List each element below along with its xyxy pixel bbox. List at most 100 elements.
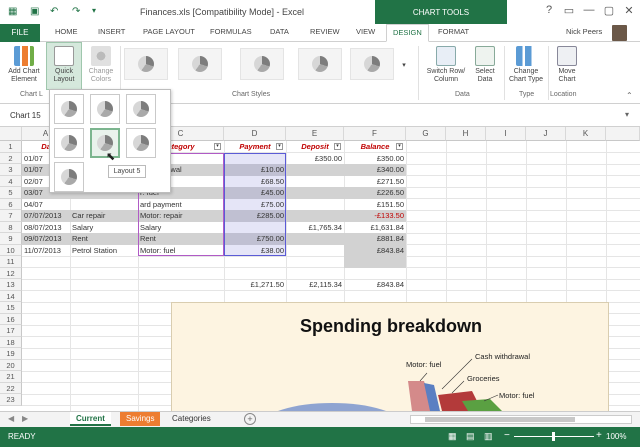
horizontal-scrollbar[interactable] xyxy=(410,415,632,424)
total-deposit[interactable]: £2,115.34 xyxy=(286,279,344,291)
row-header[interactable]: 21 xyxy=(0,371,22,383)
cell-balance[interactable]: -£133.50 xyxy=(344,210,406,222)
minimize-button[interactable]: — xyxy=(580,4,598,16)
col-header-f[interactable]: F xyxy=(344,127,406,141)
row-header[interactable]: 5 xyxy=(0,187,22,199)
tab-page-layout[interactable]: PAGE LAYOUT xyxy=(143,27,195,36)
sheet-tab-categories[interactable]: Categories xyxy=(166,412,217,426)
row-header[interactable]: 20 xyxy=(0,359,22,371)
cell-desc[interactable] xyxy=(70,199,138,211)
zoom-slider-thumb[interactable] xyxy=(552,432,555,441)
filter-dropdown-icon[interactable]: ▾ xyxy=(276,143,283,150)
zoom-out-button[interactable]: − xyxy=(504,430,510,441)
help-icon[interactable]: ? xyxy=(540,4,558,16)
layout-2-option[interactable] xyxy=(90,94,120,124)
select-all-corner[interactable] xyxy=(0,127,22,141)
filter-dropdown-icon[interactable]: ▾ xyxy=(334,143,341,150)
cell-balance[interactable]: £226.50 xyxy=(344,187,406,199)
cell-deposit[interactable] xyxy=(286,233,344,245)
quick-layout-button[interactable]: Quick Layout xyxy=(46,42,82,90)
page-break-view-icon[interactable]: ▥ xyxy=(484,431,493,442)
page-layout-view-icon[interactable]: ▤ xyxy=(466,431,475,442)
chart-style-2[interactable] xyxy=(178,48,222,80)
layout-7-option[interactable] xyxy=(54,162,84,192)
tab-file[interactable]: FILE xyxy=(0,24,40,42)
tab-data[interactable]: DATA xyxy=(270,27,289,36)
filter-dropdown-icon[interactable]: ▾ xyxy=(396,143,403,150)
cell-deposit[interactable] xyxy=(286,199,344,211)
layout-4-option[interactable] xyxy=(54,128,84,158)
layout-1-option[interactable] xyxy=(54,94,84,124)
maximize-button[interactable]: ▢ xyxy=(600,4,618,17)
redo-icon[interactable]: ↷ xyxy=(72,6,80,17)
col-header-j[interactable]: J xyxy=(526,127,566,141)
cell-deposit[interactable] xyxy=(286,210,344,222)
change-chart-type-button[interactable]: Change Chart Type xyxy=(506,46,546,84)
row-header[interactable]: 9 xyxy=(0,233,22,245)
chart-style-4[interactable] xyxy=(298,48,342,80)
cell-payment[interactable]: £68.50 xyxy=(224,176,286,188)
spending-chart[interactable]: Spending breakdown Motor: fuel Cash with… xyxy=(171,302,609,412)
avatar[interactable] xyxy=(612,25,627,41)
scrollbar-thumb[interactable] xyxy=(425,417,575,422)
name-box[interactable]: Chart 15 xyxy=(10,109,52,123)
tab-home[interactable]: HOME xyxy=(55,27,78,36)
cell-date[interactable]: 08/07/2013 xyxy=(22,222,70,234)
tab-format[interactable]: FORMAT xyxy=(438,27,469,36)
collapse-ribbon-icon[interactable]: ⌃ xyxy=(626,91,633,100)
tab-insert[interactable]: INSERT xyxy=(98,27,125,36)
cell-balance[interactable]: £340.00 xyxy=(344,164,406,176)
tab-review[interactable]: REVIEW xyxy=(310,27,340,36)
expand-formula-icon[interactable]: ▾ xyxy=(625,110,629,119)
row-header[interactable]: 2 xyxy=(0,152,22,164)
row-header[interactable]: 16 xyxy=(0,313,22,325)
row-header[interactable]: 18 xyxy=(0,336,22,348)
row-header[interactable]: 19 xyxy=(0,348,22,360)
cell-payment[interactable]: £75.00 xyxy=(224,199,286,211)
cell-category[interactable]: Salary xyxy=(138,222,224,234)
cell-payment[interactable]: £10.00 xyxy=(224,164,286,176)
row-header[interactable]: 23 xyxy=(0,394,22,406)
col-header-e[interactable]: E xyxy=(286,127,344,141)
col-header-h[interactable]: H xyxy=(446,127,486,141)
switch-row-column-button[interactable]: Switch Row/ Column xyxy=(424,46,468,84)
cell-desc[interactable]: Car repair xyxy=(70,210,138,222)
close-button[interactable]: ✕ xyxy=(620,4,638,17)
col-header-d[interactable]: D xyxy=(224,127,286,141)
prev-sheet-icon[interactable]: ◀ xyxy=(8,414,14,423)
cell-date[interactable]: 07/07/2013 xyxy=(22,210,70,222)
cell-deposit[interactable]: £1,765.34 xyxy=(286,222,344,234)
filter-dropdown-icon[interactable]: ▾ xyxy=(214,143,221,150)
cell-balance[interactable]: £1,631.84 xyxy=(344,222,406,234)
chart-style-3[interactable] xyxy=(240,48,284,80)
normal-view-icon[interactable]: ▦ xyxy=(448,431,457,442)
chart-style-5[interactable] xyxy=(350,48,394,80)
chart-style-1[interactable] xyxy=(124,48,168,80)
cell-payment[interactable]: £285.00 xyxy=(224,210,286,222)
cell-category[interactable]: Motor: fuel xyxy=(138,245,224,257)
layout-6-option[interactable] xyxy=(126,128,156,158)
cell-desc[interactable]: Rent xyxy=(70,233,138,245)
cell-payment[interactable] xyxy=(224,222,286,234)
cell-date[interactable]: 09/07/2013 xyxy=(22,233,70,245)
col-header-k[interactable]: K xyxy=(566,127,606,141)
cell-balance[interactable]: £271.50 xyxy=(344,176,406,188)
row-header[interactable]: 10 xyxy=(0,244,22,256)
cell-deposit[interactable] xyxy=(286,187,344,199)
cell-payment[interactable]: £38.00 xyxy=(224,245,286,257)
cell-balance[interactable]: £151.50 xyxy=(344,199,406,211)
cell-desc[interactable]: Petrol Station xyxy=(70,245,138,257)
cell-desc[interactable]: Salary xyxy=(70,222,138,234)
cell-deposit[interactable]: £350.00 xyxy=(286,153,344,165)
row-header[interactable]: 17 xyxy=(0,325,22,337)
next-sheet-icon[interactable]: ▶ xyxy=(22,414,28,423)
row-header[interactable]: 14 xyxy=(0,290,22,302)
cell-payment[interactable]: £750.00 xyxy=(224,233,286,245)
tab-formulas[interactable]: FORMULAS xyxy=(210,27,252,36)
zoom-in-button[interactable]: + xyxy=(596,430,602,441)
cell-payment[interactable] xyxy=(224,153,286,165)
select-data-button[interactable]: Select Data xyxy=(470,46,500,84)
cell-date[interactable]: 04/07 xyxy=(22,199,70,211)
row-header[interactable]: 8 xyxy=(0,221,22,233)
sheet-tab-savings[interactable]: Savings xyxy=(120,412,161,426)
